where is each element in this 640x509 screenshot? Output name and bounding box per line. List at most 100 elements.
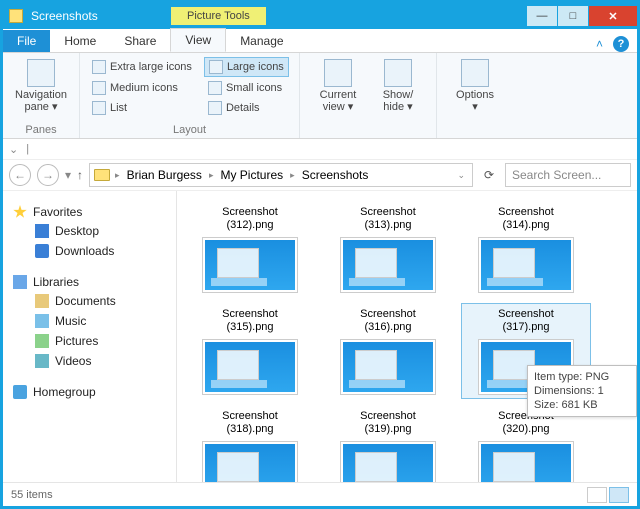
downloads-icon — [35, 244, 49, 258]
crumb-screenshots[interactable]: Screenshots — [300, 168, 371, 182]
file-tooltip: Item type: PNG Dimensions: 1 Size: 681 K… — [527, 365, 637, 417]
file-name: Screenshot(318).png — [222, 410, 278, 438]
explorer-window: Screenshots Picture Tools — □ ✕ File Hom… — [0, 0, 640, 509]
music-icon — [35, 314, 49, 328]
tab-file[interactable]: File — [3, 30, 50, 52]
file-name: Screenshot(313).png — [360, 206, 416, 234]
file-item[interactable]: Screenshot(316).png — [323, 303, 453, 399]
ribbon-group-layout: Extra large icons Large icons Medium ico… — [80, 53, 300, 138]
file-thumbnail — [203, 238, 297, 292]
nav-libraries[interactable]: Libraries — [13, 275, 172, 289]
file-item[interactable]: Screenshot(319).png — [323, 405, 453, 482]
tab-manage[interactable]: Manage — [226, 30, 297, 52]
file-thumbnail — [479, 238, 573, 292]
tab-home[interactable]: Home — [50, 30, 110, 52]
ribbon-group-panes-label: Panes — [11, 122, 71, 136]
titlebar[interactable]: Screenshots Picture Tools — □ ✕ — [3, 3, 637, 29]
file-name: Screenshot(315).png — [222, 308, 278, 336]
file-item[interactable]: Screenshot(314).png — [461, 201, 591, 297]
layout-large-icons[interactable]: Large icons — [204, 57, 289, 77]
folder-icon — [9, 9, 23, 23]
file-thumbnail — [341, 238, 435, 292]
tab-view[interactable]: View — [170, 28, 226, 52]
navigation-pane-icon — [27, 59, 55, 87]
nav-pictures[interactable]: Pictures — [7, 331, 172, 351]
file-name: Screenshot(312).png — [222, 206, 278, 234]
file-name: Screenshot(317).png — [498, 308, 554, 336]
item-count: 55 items — [11, 489, 53, 501]
search-input[interactable]: Search Screen... — [505, 163, 631, 187]
collapse-ribbon-icon[interactable]: ˄ — [596, 37, 603, 51]
back-button[interactable]: ← — [9, 164, 31, 186]
close-button[interactable]: ✕ — [589, 6, 637, 26]
options-button[interactable]: Options▾ — [445, 57, 505, 115]
show-hide-label: Show/hide ▾ — [383, 89, 414, 113]
file-item[interactable]: Screenshot(313).png — [323, 201, 453, 297]
file-name: Screenshot(316).png — [360, 308, 416, 336]
show-hide-icon — [384, 59, 412, 87]
maximize-button[interactable]: □ — [558, 6, 588, 26]
nav-homegroup[interactable]: Homegroup — [13, 385, 172, 399]
navigation-pane[interactable]: Favorites Desktop Downloads Libraries Do… — [3, 191, 177, 482]
window-title: Screenshots — [31, 9, 171, 23]
ribbon-tabs: File Home Share View Manage ˄ ? — [3, 29, 637, 53]
layout-details[interactable]: Details — [204, 99, 289, 117]
forward-button[interactable]: → — [37, 164, 59, 186]
file-item[interactable]: Screenshot(318).png — [185, 405, 315, 482]
current-view-icon — [324, 59, 352, 87]
up-button[interactable]: ↑ — [77, 168, 83, 182]
nav-downloads[interactable]: Downloads — [7, 241, 172, 261]
folder-icon — [94, 169, 110, 181]
file-item[interactable]: Screenshot(315).png — [185, 303, 315, 399]
current-view-label: Currentview ▾ — [320, 89, 357, 113]
file-list[interactable]: Screenshot(312).png Screenshot(313).png Sc… — [177, 191, 637, 482]
breadcrumb[interactable]: ▸ Brian Burgess▸ My Pictures▸ Screenshot… — [89, 163, 473, 187]
options-icon — [461, 59, 489, 87]
nav-music[interactable]: Music — [7, 311, 172, 331]
quick-access-toolbar: ⌄ | — [3, 139, 637, 159]
homegroup-icon — [13, 385, 27, 399]
address-bar-row: ← → ▾ ↑ ▸ Brian Burgess▸ My Pictures▸ Sc… — [3, 159, 637, 191]
file-item[interactable]: Screenshot(312).png — [185, 201, 315, 297]
crumb-user[interactable]: Brian Burgess — [125, 168, 204, 182]
documents-icon — [35, 294, 49, 308]
refresh-button[interactable]: ⟳ — [479, 168, 499, 182]
show-hide-button[interactable]: Show/hide ▾ — [368, 57, 428, 115]
details-view-button[interactable] — [587, 487, 607, 503]
navigation-pane-button[interactable]: Navigationpane ▾ — [11, 57, 71, 115]
file-name: Screenshot(314).png — [498, 206, 554, 234]
file-name: Screenshot(319).png — [360, 410, 416, 438]
layout-medium-icons[interactable]: Medium icons — [88, 79, 196, 97]
ribbon-group-panes: Navigationpane ▾ Panes — [3, 53, 80, 138]
navigation-pane-label: Navigationpane ▾ — [15, 89, 67, 113]
ribbon: Navigationpane ▾ Panes Extra large icons… — [3, 53, 637, 139]
file-thumbnail — [203, 442, 297, 482]
desktop-icon — [35, 224, 49, 238]
context-tab-picture-tools[interactable]: Picture Tools — [171, 7, 266, 25]
nav-desktop[interactable]: Desktop — [7, 221, 172, 241]
body: Favorites Desktop Downloads Libraries Do… — [3, 191, 637, 482]
file-thumbnail — [341, 442, 435, 482]
layout-extra-large-icons[interactable]: Extra large icons — [88, 57, 196, 77]
pictures-icon — [35, 334, 49, 348]
nav-favorites[interactable]: Favorites — [13, 205, 172, 219]
ribbon-group-options: Options▾ — [437, 53, 513, 138]
current-view-button[interactable]: Currentview ▾ — [308, 57, 368, 115]
help-icon[interactable]: ? — [613, 36, 629, 52]
ribbon-group-currentview: Currentview ▾ Show/hide ▾ — [300, 53, 437, 138]
recent-locations-icon[interactable]: ▾ — [65, 168, 71, 182]
tab-share[interactable]: Share — [110, 30, 170, 52]
layout-list[interactable]: List — [88, 99, 196, 117]
crumb-pictures[interactable]: My Pictures — [218, 168, 285, 182]
minimize-button[interactable]: — — [527, 6, 557, 26]
layout-small-icons[interactable]: Small icons — [204, 79, 289, 97]
thumbnails-view-button[interactable] — [609, 487, 629, 503]
star-icon — [13, 205, 27, 219]
nav-videos[interactable]: Videos — [7, 351, 172, 371]
qat-divider: | — [26, 143, 29, 155]
videos-icon — [35, 354, 49, 368]
qat-customize-icon[interactable]: ⌄ — [9, 143, 18, 156]
nav-documents[interactable]: Documents — [7, 291, 172, 311]
file-thumbnail — [341, 340, 435, 394]
status-bar: 55 items — [3, 482, 637, 506]
